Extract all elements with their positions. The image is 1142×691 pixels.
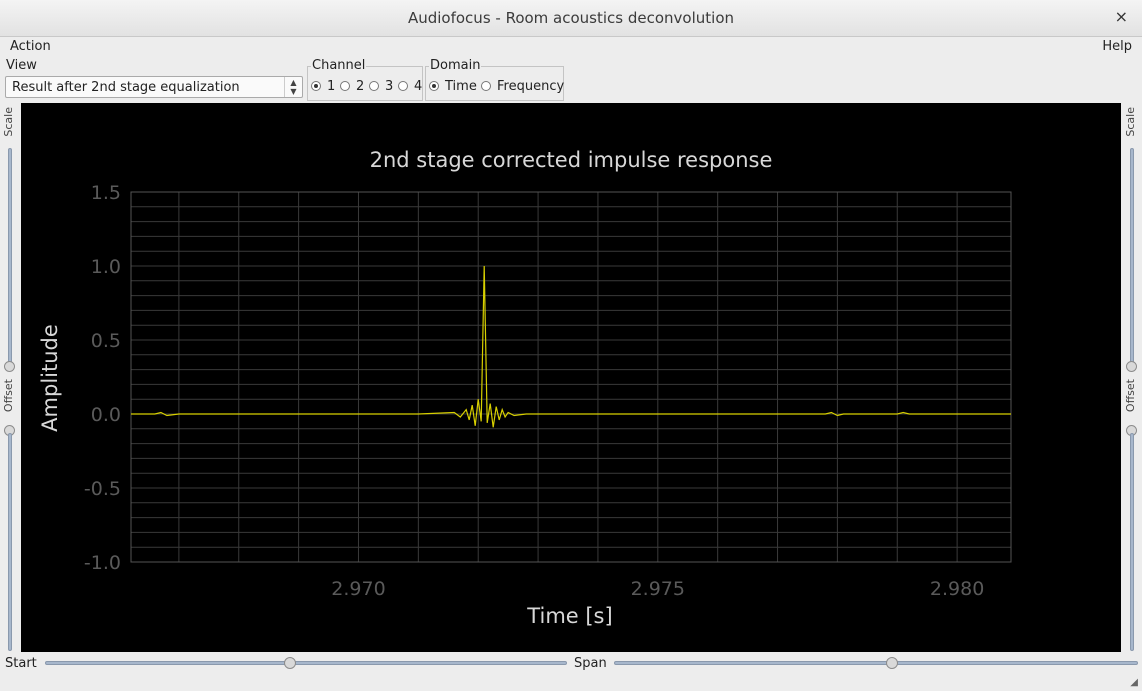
y-tick-label: 0.0 [91,404,121,426]
domain-time-label: Time [445,79,477,94]
domain-time-radio[interactable] [429,81,439,91]
channel-4-radio[interactable] [398,81,408,91]
x-tick-label: 2.975 [631,578,685,600]
channel-3-radio[interactable] [369,81,379,91]
start-slider-handle[interactable] [284,657,297,669]
x-tick-label: 2.970 [331,578,385,600]
title-bar: Audiofocus - Room acoustics deconvolutio… [0,0,1142,37]
view-select[interactable]: Result after 2nd stage equalization ▲ ▼ [5,76,303,98]
left-scale-label: Scale [2,107,15,137]
plot-area: 1.5 1.0 0.5 0.0 -0.5 -1.0 2.970 2.975 2.980 2nd… [21,103,1121,652]
y-tick-label: 1.0 [91,256,121,278]
right-scale-slider[interactable] [1130,148,1134,369]
domain-frequency-label: Frequency [497,79,565,94]
y-tick-label: -0.5 [84,478,121,500]
start-label: Start [5,656,37,671]
menu-help[interactable]: Help [1102,39,1132,54]
span-label: Span [574,656,607,671]
start-slider[interactable] [45,661,567,665]
bottom-slider-panel: Start Span ◢ [0,652,1142,691]
y-tick-label: 1.5 [91,182,121,204]
menu-bar: Action Help [0,37,1142,57]
chart-title: 2nd stage corrected impulse response [370,148,773,172]
span-slider[interactable] [614,661,1138,665]
y-tick-label: -1.0 [84,552,121,574]
y-tick-label: 0.5 [91,330,121,352]
resize-grip-icon[interactable]: ◢ [1130,677,1138,688]
domain-label: Domain [429,58,482,73]
channel-1-radio[interactable] [311,81,321,91]
right-offset-label: Offset [1124,379,1137,413]
right-scale-label: Scale [1124,107,1137,137]
left-slider-panel: Scale Offset [0,103,20,652]
plot-frame [130,191,1012,563]
x-tick-label: 2.980 [930,578,984,600]
left-scale-handle[interactable] [4,361,15,372]
channel-2-label: 2 [356,79,365,94]
right-scale-handle[interactable] [1126,361,1137,372]
channel-label: Channel [311,58,367,73]
channel-3-label: 3 [385,79,394,94]
impulse-response-chart: 1.5 1.0 0.5 0.0 -0.5 -1.0 2.970 2.975 2.980 2nd… [38,148,1012,628]
channel-2-radio[interactable] [340,81,350,91]
spin-arrows-icon: ▲ ▼ [284,77,302,97]
domain-frequency-radio[interactable] [481,81,491,91]
view-label: View [6,58,37,73]
series-trace [131,265,1011,428]
left-offset-slider[interactable] [8,433,12,651]
view-select-value: Result after 2nd stage equalization [12,80,240,95]
x-axis-label: Time [s] [526,604,612,628]
channel-4-label: 4 [414,79,423,94]
menu-action[interactable]: Action [10,39,51,54]
left-scale-slider[interactable] [8,148,12,369]
right-slider-panel: Scale Offset [1122,103,1142,652]
span-slider-handle[interactable] [885,657,898,669]
y-axis-label: Amplitude [38,324,62,432]
channel-1-label: 1 [327,79,336,94]
window-title: Audiofocus - Room acoustics deconvolutio… [407,9,735,27]
close-icon[interactable]: × [1115,7,1128,26]
left-offset-label: Offset [2,379,15,413]
right-offset-slider[interactable] [1130,433,1134,651]
